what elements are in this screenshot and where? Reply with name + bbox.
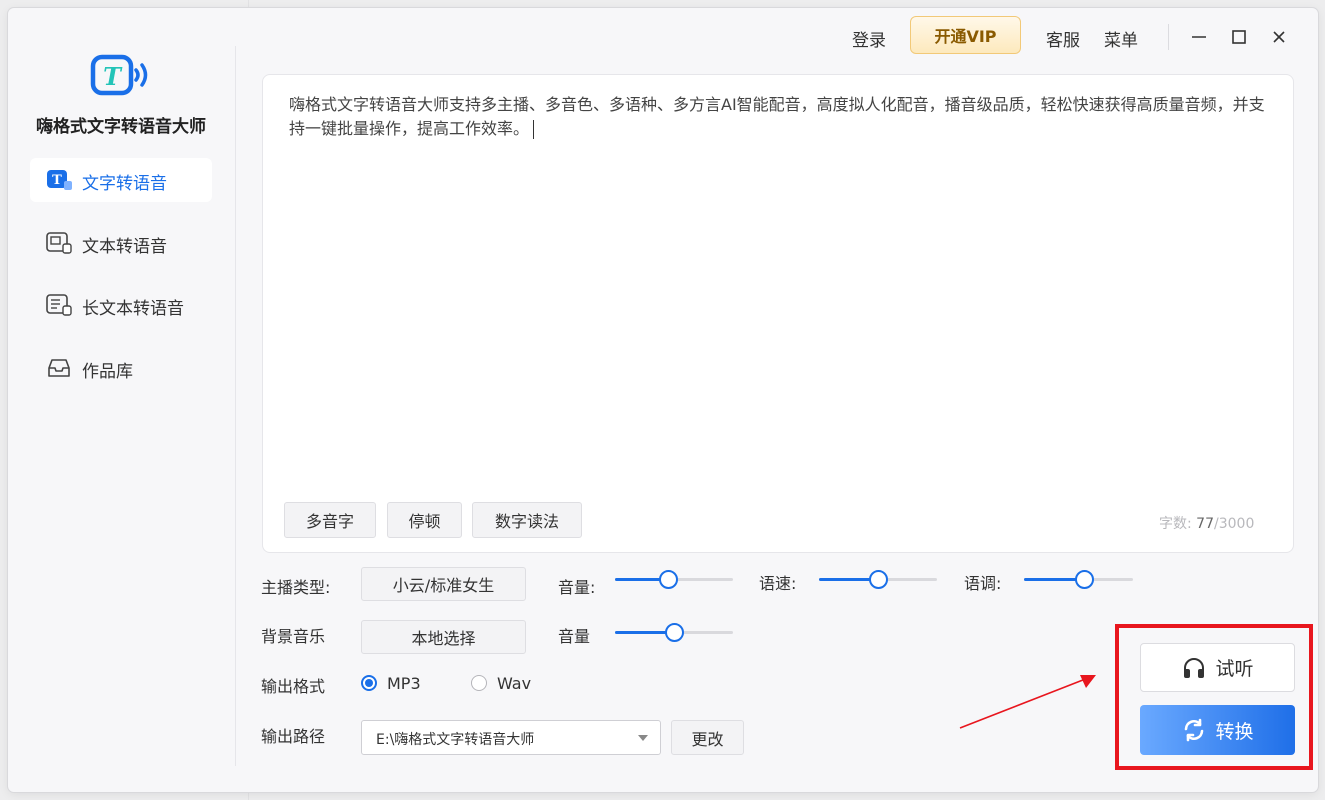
word-count-max: /3000 [1214,516,1255,532]
bgm-volume-slider[interactable] [615,622,733,642]
background-divider [248,792,249,800]
pitch-slider[interactable] [1024,569,1133,589]
text-editor[interactable]: 嗨格式文字转语音大师支持多主播、多音色、多语种、多方言AI智能配音，高度拟人化配… [262,74,1294,553]
app-logo-icon: T [90,54,148,96]
number-reading-button[interactable]: 数字读法 [472,502,582,538]
pause-button[interactable]: 停顿 [387,502,462,538]
bgm-volume-label: 音量 [558,627,591,646]
sidebar-item-document-to-speech[interactable]: 文本转语音 [30,221,212,265]
sidebar-item-label: 长文本转语音 [82,299,184,319]
chevron-down-icon[interactable] [638,735,648,741]
sidebar-item-works-library[interactable]: 作品库 [30,346,212,390]
output-format-label: 输出格式 [261,677,326,696]
pitch-label: 语调: [964,574,1002,593]
volume-slider[interactable] [615,569,733,589]
text-speech-icon: T [47,170,72,190]
doc-speech-icon [46,232,72,254]
radio-label: MP3 [387,673,421,693]
radio-circle[interactable] [471,675,487,691]
sidebar: T 嗨格式文字转语音大师 T 文字转语音 文本转语音 长文本转语音 作品库 [8,8,236,792]
slider-knob[interactable] [1074,570,1094,589]
inbox-icon [48,359,70,377]
annotation-arrow-icon [959,675,1096,729]
slider-knob[interactable] [659,570,679,589]
sidebar-item-label: 文字转语音 [82,174,167,194]
login-link[interactable]: 登录 [852,26,886,51]
sidebar-divider [235,46,236,766]
app-title: 嗨格式文字转语音大师 [36,117,206,137]
topbar-separator [1168,24,1169,50]
menu-link[interactable]: 菜单 [1104,26,1138,51]
word-count-current: 77 [1196,516,1214,532]
editor-text-area[interactable]: 嗨格式文字转语音大师支持多主播、多音色、多语种、多方言AI智能配音，高度拟人化配… [289,93,1279,141]
speed-label: 语速: [759,574,797,593]
background-divider [248,0,249,8]
anchor-type-button[interactable]: 小云/标准女生 [361,567,526,601]
svg-text:T: T [103,62,123,91]
polyphone-button[interactable]: 多音字 [284,502,376,538]
svg-text:T: T [52,173,62,188]
output-path-select[interactable]: E:\嗨格式文字转语音大师 [361,720,661,755]
format-mp3-radio[interactable]: MP3 [361,673,421,693]
maximize-icon[interactable] [1226,24,1252,50]
vip-button[interactable]: 开通VIP [910,16,1021,54]
output-path-value: E:\嗨格式文字转语音大师 [376,732,535,748]
format-wav-radio[interactable]: Wav [471,673,531,693]
editor-content: 嗨格式文字转语音大师支持多主播、多音色、多语种、多方言AI智能配音，高度拟人化配… [289,95,1265,138]
app-window: T 嗨格式文字转语音大师 T 文字转语音 文本转语音 长文本转语音 作品库 登录… [8,8,1318,792]
sidebar-item-long-text-to-speech[interactable]: 长文本转语音 [30,283,212,327]
radio-circle[interactable] [361,675,377,691]
slider-knob[interactable] [869,570,888,589]
volume-label: 音量: [558,578,596,597]
speed-slider[interactable] [819,569,937,589]
sidebar-item-label: 作品库 [82,362,133,382]
bgm-local-select-button[interactable]: 本地选择 [361,620,526,654]
change-path-button[interactable]: 更改 [671,720,744,755]
sidebar-item-text-to-speech[interactable]: T 文字转语音 [30,158,212,202]
sidebar-item-label: 文本转语音 [82,237,167,257]
anchor-type-label: 主播类型: [261,578,331,597]
text-caret [533,120,535,139]
close-icon[interactable] [1266,24,1292,50]
slider-knob[interactable] [665,623,684,642]
output-path-label: 输出路径 [261,727,326,746]
annotation-highlight-box [1115,624,1313,770]
radio-label: Wav [497,673,532,693]
customer-service-link[interactable]: 客服 [1046,26,1080,51]
bgm-label: 背景音乐 [261,627,326,646]
word-count-label: 字数: [1159,516,1192,532]
longdoc-speech-icon [46,294,72,316]
minimize-icon[interactable] [1186,24,1212,50]
word-count: 字数: 77/3000 [1159,513,1254,533]
